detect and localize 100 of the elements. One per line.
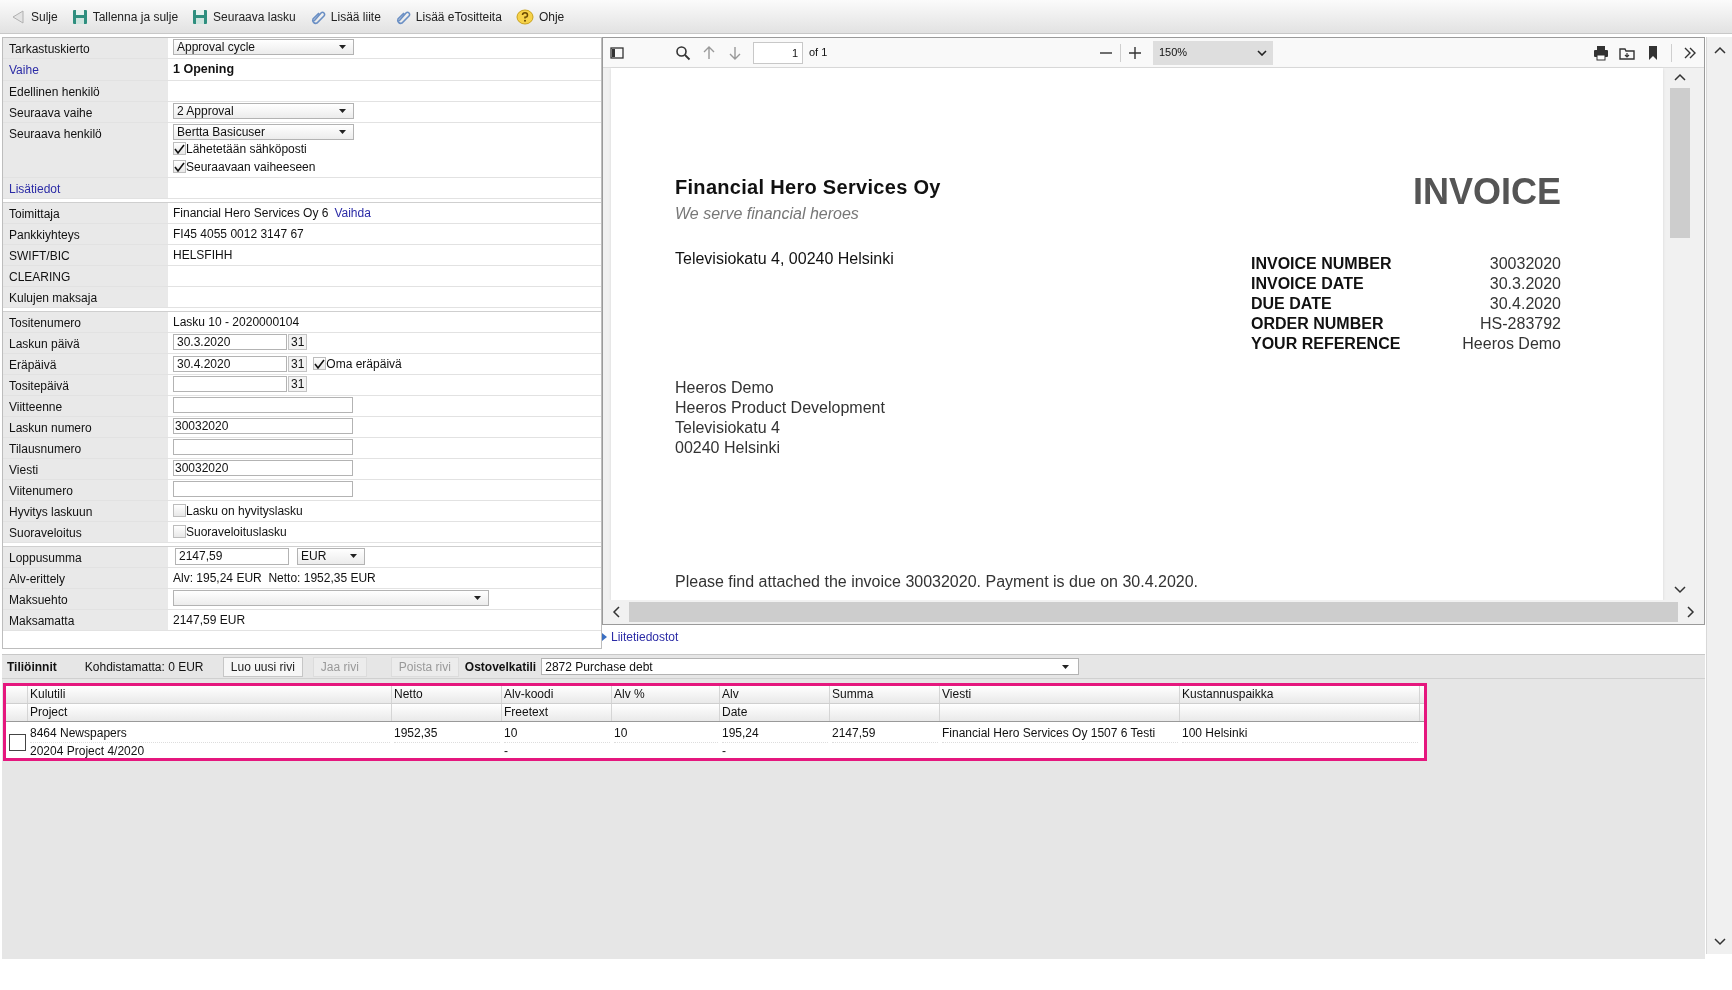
scrollbar-thumb[interactable] bbox=[1670, 88, 1690, 238]
down-arrow-icon[interactable] bbox=[727, 44, 743, 61]
toolbar-button[interactable]: Lisää liite bbox=[309, 7, 381, 26]
dropdown[interactable]: Approval cycle bbox=[173, 39, 354, 55]
detail-label: YOUR REFERENCE bbox=[1251, 334, 1402, 354]
value-text: 2147,59 EUR bbox=[173, 611, 246, 629]
field-label: Toimittaja bbox=[9, 206, 60, 221]
table-cell: 195,24 bbox=[722, 725, 828, 743]
input-field[interactable] bbox=[173, 396, 353, 413]
zoom-in-icon[interactable] bbox=[1127, 44, 1143, 61]
currency-dropdown[interactable]: EUR bbox=[297, 547, 365, 565]
checkbox[interactable] bbox=[313, 357, 327, 371]
field-label: Viesti bbox=[9, 462, 39, 477]
calendar-button[interactable]: 31 bbox=[288, 375, 308, 392]
toolbar-button[interactable]: Tallenna ja sulje bbox=[71, 7, 179, 26]
input-field[interactable]: 30032020 bbox=[173, 459, 353, 476]
toolbar-button[interactable]: Seuraava lasku bbox=[192, 7, 296, 26]
column-header: Date bbox=[720, 704, 830, 721]
up-arrow-icon[interactable] bbox=[701, 44, 717, 61]
column-header: Kustannuspaikka bbox=[1180, 686, 1420, 703]
date-field[interactable] bbox=[173, 375, 287, 392]
table-cell: 10 bbox=[614, 725, 718, 743]
expand-triangle-icon bbox=[602, 633, 607, 641]
sidebar-toggle-icon[interactable] bbox=[609, 44, 625, 61]
field-label: CLEARING bbox=[9, 269, 71, 284]
chevron-down-icon[interactable] bbox=[1673, 584, 1687, 594]
paperclip-icon bbox=[394, 8, 411, 25]
chevron-up-icon[interactable] bbox=[1673, 72, 1687, 82]
field-label: Maksamatta bbox=[9, 613, 75, 628]
dropdown[interactable]: Bertta Basicuser bbox=[173, 123, 354, 140]
checkbox[interactable] bbox=[173, 525, 186, 539]
amount-field[interactable]: 2147,59 bbox=[175, 547, 289, 565]
checkbox[interactable] bbox=[173, 160, 186, 174]
table-cell-text: - bbox=[504, 743, 509, 760]
field-label: Ostovelkatili bbox=[464, 658, 537, 676]
recipient-line: Televisiokatu 4 bbox=[675, 418, 781, 438]
scrollbar-thumb[interactable] bbox=[629, 602, 1678, 622]
company-tagline: We serve financial heroes bbox=[675, 204, 860, 224]
column-header: Project bbox=[28, 704, 392, 721]
checkbox-label: Lasku on hyvityslasku bbox=[186, 502, 303, 520]
detail-label: DUE DATE bbox=[1251, 294, 1333, 314]
column-header: Netto bbox=[392, 686, 502, 703]
field-label: Tositepäivä bbox=[9, 378, 70, 393]
chevron-down-icon[interactable] bbox=[1712, 936, 1727, 946]
calendar-button[interactable]: 31 bbox=[288, 355, 308, 372]
tick-icon bbox=[173, 142, 186, 155]
input-field[interactable]: 30032020 bbox=[173, 417, 353, 434]
field-label: Loppusumma bbox=[9, 550, 82, 565]
zoom-dropdown[interactable]: 150% bbox=[1153, 40, 1273, 65]
table-cell-text: - bbox=[722, 743, 727, 760]
table-cell: 2147,59 bbox=[832, 725, 938, 743]
detail-value: Heeros Demo bbox=[1461, 334, 1561, 354]
toolbar-button[interactable]: Sulje bbox=[10, 7, 58, 26]
field-label: Hyvitys laskuun bbox=[9, 504, 93, 519]
chevron-left-icon[interactable] bbox=[611, 605, 621, 619]
chevron-up-icon[interactable] bbox=[1712, 45, 1727, 55]
checkbox[interactable] bbox=[173, 504, 186, 518]
invoice-title: INVOICE bbox=[1412, 172, 1561, 212]
value-text: HELSFIHH bbox=[173, 246, 233, 264]
field-label: Laskun numero bbox=[9, 420, 92, 435]
action-button[interactable]: Luo uusi rivi bbox=[222, 656, 303, 677]
change-link[interactable]: Vaihda bbox=[334, 203, 371, 222]
attachments-link[interactable]: Liitetiedostot bbox=[602, 628, 679, 646]
column-header: Freetext bbox=[502, 704, 612, 721]
checkbox[interactable] bbox=[173, 142, 186, 156]
detail-label: INVOICE DATE bbox=[1251, 274, 1365, 294]
checkbox[interactable] bbox=[8, 733, 26, 751]
caret-icon bbox=[338, 128, 347, 135]
printer-icon[interactable] bbox=[1593, 44, 1609, 61]
table-cell: 1952,35 bbox=[394, 725, 500, 743]
table-cell-text: 20204 Project 4/2020 bbox=[30, 743, 146, 760]
account-dropdown[interactable]: 2872 Purchase debt bbox=[541, 658, 1080, 675]
field-link[interactable]: Vaihe bbox=[9, 63, 39, 77]
checkbox-label: Lähetetään sähköposti bbox=[186, 140, 307, 158]
dropdown[interactable]: 2 Approval bbox=[173, 102, 354, 119]
chevron-down-icon bbox=[1257, 49, 1267, 56]
checkbox-label: Seuraavaan vaiheeseen bbox=[186, 158, 316, 176]
field-label: Kulujen maksaja bbox=[9, 290, 98, 305]
date-field[interactable]: 30.4.2020 bbox=[173, 355, 287, 372]
value-text: 1 Opening bbox=[173, 61, 235, 78]
caret-icon bbox=[338, 107, 347, 114]
caret-icon bbox=[1061, 663, 1071, 670]
input-field[interactable] bbox=[173, 480, 353, 497]
date-field[interactable]: 30.3.2020 bbox=[173, 333, 287, 350]
field-label: Pankkiyhteys bbox=[9, 227, 80, 242]
input-field[interactable] bbox=[173, 438, 353, 455]
table-cell: 8464 Newspapers bbox=[30, 725, 390, 743]
toolbar-button[interactable]: Ohje bbox=[515, 7, 565, 26]
page-number-field[interactable]: 1 bbox=[753, 41, 803, 64]
column-header: Kulutili bbox=[28, 686, 392, 703]
chevron-right-icon[interactable] bbox=[1686, 605, 1696, 619]
company-name: Financial Hero Services Oy bbox=[675, 175, 941, 200]
toolbar-button[interactable]: Lisää eTositteita bbox=[394, 7, 502, 26]
detail-value: 30.3.2020 bbox=[1488, 274, 1561, 294]
calendar-button[interactable]: 31 bbox=[288, 333, 308, 350]
checkbox-label: Suoraveloituslasku bbox=[186, 523, 287, 541]
value-text: Lasku 10 - 2020000104 bbox=[173, 313, 300, 331]
page-scrollbar[interactable] bbox=[1706, 37, 1732, 954]
value-text: Financial Hero Services Oy 6 bbox=[173, 204, 329, 222]
search-icon[interactable] bbox=[675, 44, 691, 61]
